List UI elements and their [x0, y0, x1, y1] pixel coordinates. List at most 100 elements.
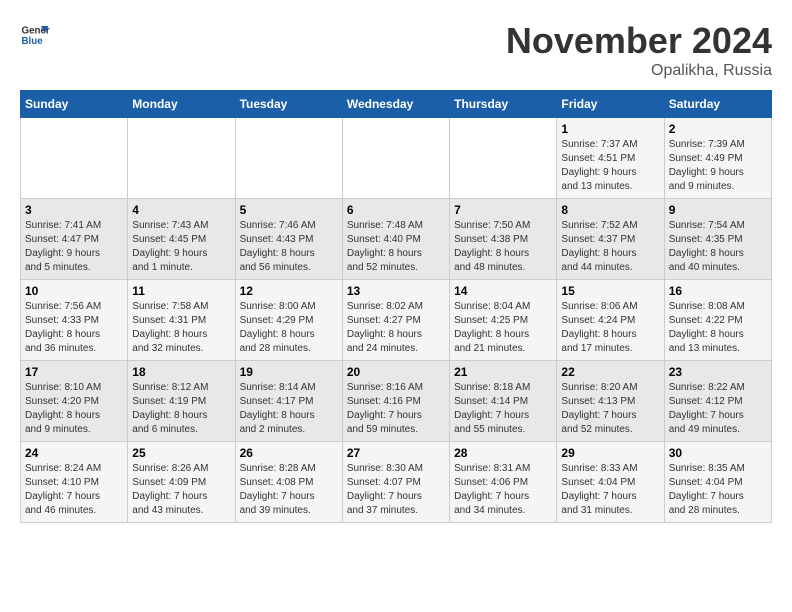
day-info: Sunrise: 7:41 AM Sunset: 4:47 PM Dayligh… [25, 220, 101, 273]
day-number: 7 [454, 203, 552, 217]
svg-text:Blue: Blue [22, 36, 44, 47]
day-number: 15 [561, 284, 659, 298]
day-number: 22 [561, 365, 659, 379]
day-info: Sunrise: 7:56 AM Sunset: 4:33 PM Dayligh… [25, 301, 101, 354]
col-header-friday: Friday [557, 91, 664, 118]
col-header-wednesday: Wednesday [342, 91, 449, 118]
calendar-cell [128, 118, 235, 199]
day-info: Sunrise: 8:00 AM Sunset: 4:29 PM Dayligh… [240, 301, 316, 354]
calendar-week-4: 17Sunrise: 8:10 AM Sunset: 4:20 PM Dayli… [21, 361, 772, 442]
calendar-week-5: 24Sunrise: 8:24 AM Sunset: 4:10 PM Dayli… [21, 442, 772, 523]
day-number: 27 [347, 446, 445, 460]
day-info: Sunrise: 7:58 AM Sunset: 4:31 PM Dayligh… [132, 301, 208, 354]
month-title: November 2024 [506, 20, 772, 62]
day-number: 6 [347, 203, 445, 217]
day-info: Sunrise: 8:33 AM Sunset: 4:04 PM Dayligh… [561, 463, 637, 516]
calendar-cell: 4 Sunrise: 7:43 AM Sunset: 4:45 PM Daylig… [128, 199, 235, 280]
calendar-cell: 14 Sunrise: 8:04 AM Sunset: 4:25 PM Dayli… [450, 280, 557, 361]
calendar-cell [235, 118, 342, 199]
calendar-cell: 25Sunrise: 8:26 AM Sunset: 4:09 PM Dayli… [128, 442, 235, 523]
day-info: Sunrise: 7:54 AM Sunset: 4:35 PM Dayligh… [669, 220, 745, 273]
day-info: Sunrise: 8:08 AM Sunset: 4:22 PM Dayligh… [669, 301, 745, 354]
day-number: 4 [132, 203, 230, 217]
col-header-tuesday: Tuesday [235, 91, 342, 118]
day-number: 23 [669, 365, 767, 379]
day-info: Sunrise: 8:31 AM Sunset: 4:06 PM Dayligh… [454, 463, 530, 516]
day-info: Sunrise: 8:26 AM Sunset: 4:09 PM Dayligh… [132, 463, 208, 516]
day-number: 12 [240, 284, 338, 298]
calendar-week-2: 3 Sunrise: 7:41 AM Sunset: 4:47 PM Daylig… [21, 199, 772, 280]
col-header-saturday: Saturday [664, 91, 771, 118]
day-number: 11 [132, 284, 230, 298]
day-number: 10 [25, 284, 123, 298]
day-info: Sunrise: 8:20 AM Sunset: 4:13 PM Dayligh… [561, 382, 637, 435]
calendar-cell: 7 Sunrise: 7:50 AM Sunset: 4:38 PM Daylig… [450, 199, 557, 280]
calendar-cell: 21Sunrise: 8:18 AM Sunset: 4:14 PM Dayli… [450, 361, 557, 442]
day-number: 9 [669, 203, 767, 217]
day-info: Sunrise: 8:28 AM Sunset: 4:08 PM Dayligh… [240, 463, 316, 516]
day-info: Sunrise: 8:10 AM Sunset: 4:20 PM Dayligh… [25, 382, 101, 435]
day-number: 5 [240, 203, 338, 217]
calendar-cell: 24Sunrise: 8:24 AM Sunset: 4:10 PM Dayli… [21, 442, 128, 523]
day-number: 14 [454, 284, 552, 298]
calendar-cell: 29Sunrise: 8:33 AM Sunset: 4:04 PM Dayli… [557, 442, 664, 523]
calendar-cell: 20 Sunrise: 8:16 AM Sunset: 4:16 PM Dayli… [342, 361, 449, 442]
calendar-cell: 15Sunrise: 8:06 AM Sunset: 4:24 PM Dayli… [557, 280, 664, 361]
calendar-cell: 28 Sunrise: 8:31 AM Sunset: 4:06 PM Dayli… [450, 442, 557, 523]
day-info: Sunrise: 7:43 AM Sunset: 4:45 PM Dayligh… [132, 220, 208, 273]
day-info: Sunrise: 8:35 AM Sunset: 4:04 PM Dayligh… [669, 463, 745, 516]
day-info: Sunrise: 8:02 AM Sunset: 4:27 PM Dayligh… [347, 301, 423, 354]
col-header-monday: Monday [128, 91, 235, 118]
calendar-cell: 30 Sunrise: 8:35 AM Sunset: 4:04 PM Dayli… [664, 442, 771, 523]
location: Opalikha, Russia [506, 62, 772, 80]
calendar-week-1: 1Sunrise: 7:37 AM Sunset: 4:51 PM Daylig… [21, 118, 772, 199]
day-number: 2 [669, 122, 767, 136]
day-number: 24 [25, 446, 123, 460]
title-block: November 2024 Opalikha, Russia [506, 20, 772, 80]
calendar-cell: 2 Sunrise: 7:39 AM Sunset: 4:49 PM Daylig… [664, 118, 771, 199]
day-info: Sunrise: 8:14 AM Sunset: 4:17 PM Dayligh… [240, 382, 316, 435]
calendar-cell [342, 118, 449, 199]
day-number: 20 [347, 365, 445, 379]
day-info: Sunrise: 7:46 AM Sunset: 4:43 PM Dayligh… [240, 220, 316, 273]
calendar-cell: 6 Sunrise: 7:48 AM Sunset: 4:40 PM Daylig… [342, 199, 449, 280]
calendar-cell: 22 Sunrise: 8:20 AM Sunset: 4:13 PM Dayli… [557, 361, 664, 442]
day-info: Sunrise: 8:04 AM Sunset: 4:25 PM Dayligh… [454, 301, 530, 354]
calendar-cell: 17Sunrise: 8:10 AM Sunset: 4:20 PM Dayli… [21, 361, 128, 442]
calendar-table: SundayMondayTuesdayWednesdayThursdayFrid… [20, 90, 772, 523]
day-number: 21 [454, 365, 552, 379]
day-info: Sunrise: 8:22 AM Sunset: 4:12 PM Dayligh… [669, 382, 745, 435]
col-header-thursday: Thursday [450, 91, 557, 118]
day-number: 30 [669, 446, 767, 460]
calendar-cell: 9 Sunrise: 7:54 AM Sunset: 4:35 PM Daylig… [664, 199, 771, 280]
calendar-cell: 18 Sunrise: 8:12 AM Sunset: 4:19 PM Dayli… [128, 361, 235, 442]
day-info: Sunrise: 7:52 AM Sunset: 4:37 PM Dayligh… [561, 220, 637, 273]
calendar-cell: 12 Sunrise: 8:00 AM Sunset: 4:29 PM Dayli… [235, 280, 342, 361]
day-info: Sunrise: 7:50 AM Sunset: 4:38 PM Dayligh… [454, 220, 530, 273]
day-number: 3 [25, 203, 123, 217]
day-number: 18 [132, 365, 230, 379]
day-number: 8 [561, 203, 659, 217]
calendar-header-row: SundayMondayTuesdayWednesdayThursdayFrid… [21, 91, 772, 118]
day-number: 13 [347, 284, 445, 298]
calendar-cell: 19 Sunrise: 8:14 AM Sunset: 4:17 PM Dayli… [235, 361, 342, 442]
calendar-cell: 11 Sunrise: 7:58 AM Sunset: 4:31 PM Dayli… [128, 280, 235, 361]
day-number: 26 [240, 446, 338, 460]
day-info: Sunrise: 8:12 AM Sunset: 4:19 PM Dayligh… [132, 382, 208, 435]
day-info: Sunrise: 7:48 AM Sunset: 4:40 PM Dayligh… [347, 220, 423, 273]
page-header: General Blue November 2024 Opalikha, Rus… [20, 20, 772, 80]
day-info: Sunrise: 8:30 AM Sunset: 4:07 PM Dayligh… [347, 463, 423, 516]
day-number: 19 [240, 365, 338, 379]
day-info: Sunrise: 7:39 AM Sunset: 4:49 PM Dayligh… [669, 139, 745, 192]
day-number: 1 [561, 122, 659, 136]
calendar-cell: 13 Sunrise: 8:02 AM Sunset: 4:27 PM Dayli… [342, 280, 449, 361]
calendar-cell: 23 Sunrise: 8:22 AM Sunset: 4:12 PM Dayli… [664, 361, 771, 442]
calendar-cell: 27 Sunrise: 8:30 AM Sunset: 4:07 PM Dayli… [342, 442, 449, 523]
calendar-cell: 3 Sunrise: 7:41 AM Sunset: 4:47 PM Daylig… [21, 199, 128, 280]
day-info: Sunrise: 8:16 AM Sunset: 4:16 PM Dayligh… [347, 382, 423, 435]
calendar-cell: 10 Sunrise: 7:56 AM Sunset: 4:33 PM Dayli… [21, 280, 128, 361]
calendar-cell [450, 118, 557, 199]
day-number: 28 [454, 446, 552, 460]
logo: General Blue [20, 20, 50, 50]
day-number: 16 [669, 284, 767, 298]
